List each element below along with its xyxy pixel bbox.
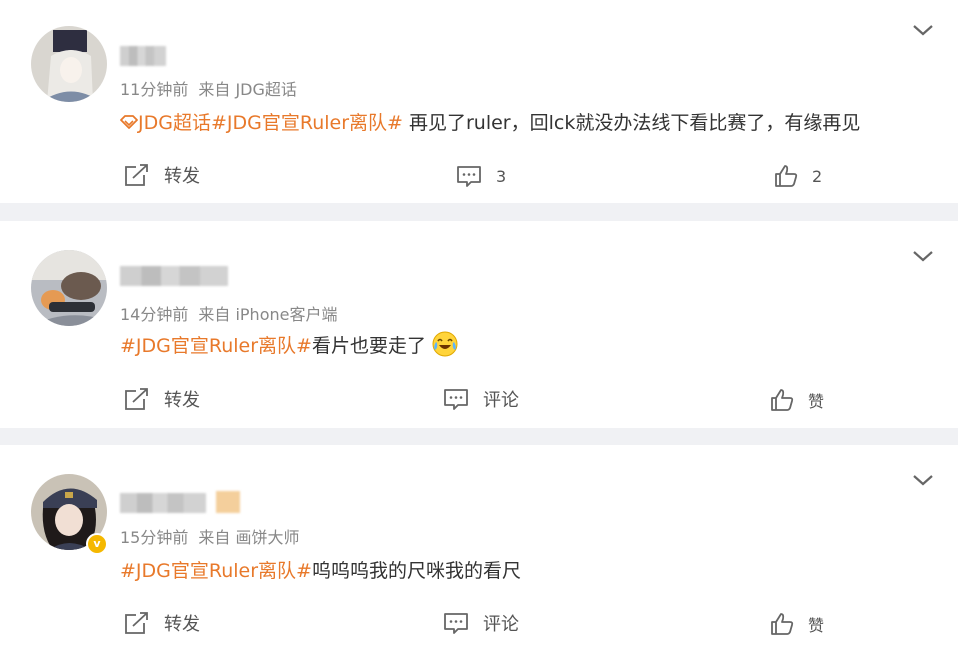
like-icon bbox=[775, 165, 798, 187]
post-card: v 15分钟前 来自 画饼大师 #JDG官宣Ruler离队#呜呜呜我的尺咪我的看尺… bbox=[0, 445, 958, 649]
post-meta: 14分钟前 来自 iPhone客户端 bbox=[120, 301, 337, 325]
repost-label: 转发 bbox=[164, 614, 200, 635]
comment-button[interactable]: 3 bbox=[456, 164, 506, 188]
post-content: #JDG官宣Ruler离队#呜呜呜我的尺咪我的看尺 bbox=[120, 556, 521, 583]
repost-button[interactable]: 转发 bbox=[124, 386, 200, 412]
comment-count: 3 bbox=[496, 166, 507, 186]
like-label: 赞 bbox=[808, 392, 825, 411]
chevron-down-icon[interactable] bbox=[912, 23, 934, 37]
username-blurred[interactable] bbox=[120, 266, 228, 286]
like-label: 赞 bbox=[808, 616, 825, 635]
username-blurred[interactable] bbox=[120, 46, 166, 66]
like-button[interactable]: 2 bbox=[774, 164, 822, 188]
repost-button[interactable]: 转发 bbox=[124, 610, 200, 636]
like-button[interactable]: 赞 bbox=[770, 612, 824, 636]
post-source[interactable]: 来自 画饼大师 bbox=[198, 528, 299, 547]
hashtag-link[interactable]: #JDG官宣Ruler离队# bbox=[211, 112, 403, 134]
post-text: 再见了ruler，回lck就没办法线下看比赛了，有缘再见 bbox=[402, 112, 861, 134]
post-source[interactable]: 来自 iPhone客户端 bbox=[198, 305, 337, 324]
post-content: #JDG官宣Ruler离队#看片也要走了 bbox=[120, 331, 458, 358]
hashtag-link[interactable]: #JDG官宣Ruler离队# bbox=[120, 560, 312, 582]
comment-button[interactable]: 评论 bbox=[443, 386, 519, 412]
post-content: JDG超话#JDG官宣Ruler离队# 再见了ruler，回lck就没办法线下看… bbox=[120, 108, 860, 135]
post-card: 14分钟前 来自 iPhone客户端 #JDG官宣Ruler离队#看片也要走了 转… bbox=[0, 221, 958, 428]
chevron-down-icon[interactable] bbox=[912, 473, 934, 487]
post-time[interactable]: 14分钟前 bbox=[120, 305, 188, 324]
post-card: 11分钟前 来自 JDG超话 JDG超话#JDG官宣Ruler离队# 再见了rul… bbox=[0, 0, 958, 203]
post-meta: 15分钟前 来自 画饼大师 bbox=[120, 524, 299, 548]
supertopic-link[interactable]: JDG超话 bbox=[138, 112, 211, 134]
post-time[interactable]: 15分钟前 bbox=[120, 528, 188, 547]
hashtag-link[interactable]: #JDG官宣Ruler离队# bbox=[120, 335, 312, 357]
repost-icon bbox=[125, 612, 148, 634]
comment-label: 评论 bbox=[483, 390, 519, 411]
repost-label: 转发 bbox=[164, 166, 200, 187]
like-count: 2 bbox=[812, 166, 823, 186]
post-source[interactable]: 来自 JDG超话 bbox=[198, 80, 297, 99]
post-text: 看片也要走了 bbox=[311, 335, 426, 357]
like-button[interactable]: 赞 bbox=[770, 388, 824, 412]
repost-label: 转发 bbox=[164, 390, 200, 411]
comment-icon bbox=[444, 389, 468, 410]
like-icon bbox=[771, 389, 794, 411]
avatar[interactable] bbox=[31, 250, 107, 326]
comment-icon bbox=[457, 166, 481, 187]
post-meta: 11分钟前 来自 JDG超话 bbox=[120, 76, 297, 100]
comment-icon bbox=[444, 613, 468, 634]
chevron-down-icon[interactable] bbox=[912, 249, 934, 263]
repost-icon bbox=[125, 388, 148, 410]
avatar[interactable] bbox=[31, 26, 107, 102]
like-icon bbox=[771, 613, 794, 635]
repost-icon bbox=[125, 164, 148, 186]
repost-button[interactable]: 转发 bbox=[124, 162, 200, 188]
comment-label: 评论 bbox=[483, 614, 519, 635]
post-text: 呜呜呜我的尺咪我的看尺 bbox=[311, 560, 521, 582]
crying-laugh-emoji bbox=[432, 331, 458, 357]
comment-button[interactable]: 评论 bbox=[443, 610, 519, 636]
post-time[interactable]: 11分钟前 bbox=[120, 80, 188, 99]
badge-blurred[interactable] bbox=[216, 491, 240, 513]
verified-badge: v bbox=[86, 533, 108, 555]
supertopic-icon bbox=[120, 115, 138, 129]
username-blurred[interactable] bbox=[120, 493, 206, 513]
